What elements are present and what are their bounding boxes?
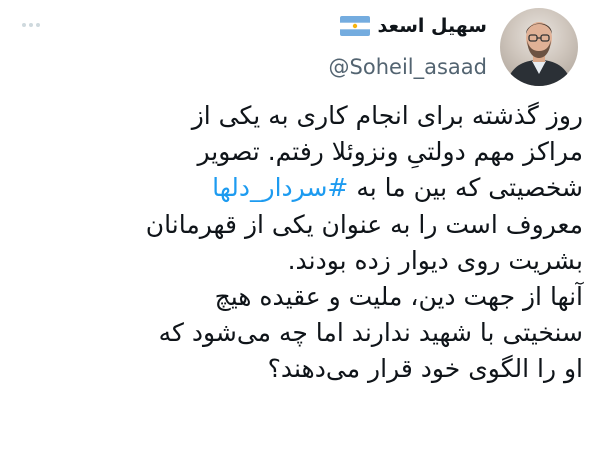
author-info: سهیل اسعد @Soheil_asaad [329,12,487,80]
tweet-text-fragment: شخصیتی که بین ما به [356,173,583,203]
profile-photo-icon [506,22,572,86]
more-dot-icon [22,23,26,27]
more-options-button[interactable] [14,8,48,42]
more-dot-icon [29,23,33,27]
tweet-text-line: بشریت روی دیوار زده بودند. [287,245,583,275]
tweet-text: روز گذشته برای انجام کاری به یکی از مراک… [10,98,583,388]
argentina-flag-icon [339,16,370,36]
author-handle[interactable]: @Soheil_asaad [329,54,487,80]
tweet-text-line: مراکز مهم دولتیِ ونزوئلا رفتم. تصویر [197,137,583,167]
tweet-text-line: معروف است را به عنوان یکی از قهرمانان [145,209,583,239]
more-dot-icon [36,23,40,27]
tweet-text-line: روز گذشته برای انجام کاری به یکی از [191,101,583,130]
tweet-text-line-with-hashtag: شخصیتی که بین ما به #سردار_دلها [10,170,583,206]
avatar[interactable] [500,8,578,86]
tweet-card: سهیل اسعد @Soheil_asaad روز گذشته برای ا… [0,0,595,474]
tweet-text-line: او را الگوی خود قرار می‌دهند؟ [267,354,583,384]
author-name-row[interactable]: سهیل اسعد [329,12,487,40]
hashtag-link[interactable]: #سردار_دلها [212,173,348,202]
tweet-text-line: آنها از جهت دین، ملیت و عقیده هیچ [214,282,583,312]
tweet-text-line: سنخیتی با شهید ندارند اما چه می‌شود که [158,318,583,348]
author-name[interactable]: سهیل اسعد [378,12,487,40]
